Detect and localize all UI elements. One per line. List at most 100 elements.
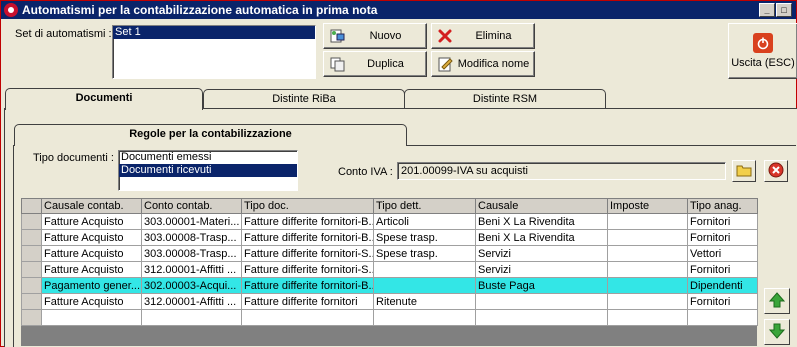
table-cell[interactable]: Spese trasp. [373,229,476,246]
table-cell[interactable]: Dipendenti [687,277,758,294]
row-indicator[interactable] [21,213,42,230]
red-x-icon [437,28,453,44]
table-cell[interactable] [373,261,476,278]
table-cell[interactable] [41,309,142,326]
table-row[interactable] [21,309,758,326]
table-cell[interactable]: 303.00001-Materi... [141,213,242,230]
tipo-documenti-item[interactable]: Documenti emessi [119,151,297,164]
table-cell[interactable]: Servizi [475,245,608,262]
duplica-label: Duplica [367,58,404,70]
column-header[interactable]: Imposte [607,198,688,214]
table-cell[interactable] [373,309,476,326]
table-cell[interactable]: 302.00003-Acqui... [141,277,242,294]
set-list[interactable]: Set 1 [112,25,316,79]
uscita-button[interactable]: Uscita (ESC) [728,23,797,79]
table-cell[interactable] [607,309,688,326]
elimina-button[interactable]: Elimina [431,23,535,49]
table-cell[interactable]: 303.00008-Trasp... [141,245,242,262]
table-cell[interactable]: Vettori [687,245,758,262]
column-header[interactable]: Tipo doc. [241,198,374,214]
table-row[interactable]: Fatture Acquisto 303.00008-Trasp... Fattur… [21,229,758,246]
table-cell[interactable]: 303.00008-Trasp... [141,229,242,246]
table-cell[interactable]: Beni X La Rivendita [475,213,608,230]
table-cell[interactable]: Fatture Acquisto [41,213,142,230]
table-cell[interactable]: Ritenute [373,293,476,310]
table-cell[interactable]: Fornitori [687,293,758,310]
table-cell[interactable]: Pagamento gener... [41,277,142,294]
column-header[interactable]: Tipo anag. [687,198,758,214]
clear-circle-icon [768,162,784,181]
table-cell[interactable] [607,277,688,294]
table-cell[interactable] [607,229,688,246]
table-cell[interactable] [373,277,476,294]
table-cell[interactable] [607,245,688,262]
column-header[interactable]: Causale contab. [41,198,142,214]
table-cell[interactable] [475,293,608,310]
table-cell[interactable] [607,213,688,230]
set-label: Set di automatismi : [15,28,112,40]
table-cell[interactable]: Articoli [373,213,476,230]
table-cell[interactable]: Fatture differite fornitori-S... [241,261,374,278]
table-cell[interactable]: Fatture differite fornitori-B... [241,277,374,294]
table-cell[interactable]: Fatture differite fornitori-S... [241,245,374,262]
table-cell[interactable] [241,309,374,326]
table-cell[interactable]: Buste Paga [475,277,608,294]
table-cell[interactable]: Fatture differite fornitori [241,293,374,310]
arrow-up-icon [768,291,786,312]
tab-distinte-rsm[interactable]: Distinte RSM [404,89,606,108]
table-cell[interactable] [607,261,688,278]
tipo-documenti-item[interactable]: Documenti ricevuti [119,164,297,177]
table-cell[interactable] [687,309,758,326]
row-indicator[interactable] [21,245,42,262]
table-cell[interactable]: Fatture differite fornitori-B... [241,213,374,230]
table-cell[interactable]: Fatture Acquisto [41,245,142,262]
table-cell[interactable]: Fatture Acquisto [41,229,142,246]
uscita-label: Uscita (ESC) [731,57,795,69]
table-cell[interactable]: Fornitori [687,229,758,246]
table-row[interactable]: Fatture Acquisto 303.00001-Materi... Fattu… [21,213,758,230]
move-up-button[interactable] [764,288,790,314]
table-row[interactable]: Fatture Acquisto 303.00008-Trasp... Fattur… [21,245,758,262]
row-indicator[interactable] [21,229,42,246]
minimize-button[interactable]: _ [759,3,775,17]
row-indicator[interactable] [21,293,42,310]
conto-iva-clear-button[interactable] [764,160,788,182]
table-cell[interactable]: Fornitori [687,213,758,230]
table-cell[interactable]: Fatture Acquisto [41,261,142,278]
table-row[interactable]: Fatture Acquisto 312.00001-Affitti ... Fat… [21,261,758,278]
tipo-documenti-list[interactable]: Documenti emessi Documenti ricevuti [118,150,298,191]
modifica-nome-button[interactable]: Modifica nome [431,51,535,77]
table-cell[interactable]: Fornitori [687,261,758,278]
duplica-button[interactable]: Duplica [323,51,427,77]
table-cell[interactable]: Spese trasp. [373,245,476,262]
conto-iva-field[interactable]: 201.00099-IVA su acquisti [397,162,726,180]
column-header[interactable]: Causale [475,198,608,214]
table-cell[interactable] [475,309,608,326]
conto-iva-browse-button[interactable] [732,160,756,182]
window-title: Automatismi per la contabilizzazione aut… [22,3,378,17]
table-cell[interactable] [607,293,688,310]
tab-documenti[interactable]: Documenti [5,88,203,110]
table-cell[interactable]: Fatture Acquisto [41,293,142,310]
move-down-button[interactable] [764,319,790,345]
row-indicator[interactable] [21,277,42,294]
table-cell[interactable]: Beni X La Rivendita [475,229,608,246]
table-cell[interactable]: Servizi [475,261,608,278]
row-indicator[interactable] [21,309,42,326]
grid-header-indicator [21,198,42,214]
table-cell[interactable] [141,309,242,326]
row-indicator[interactable] [21,261,42,278]
tab-regole[interactable]: Regole per la contabilizzazione [14,124,407,146]
set-list-item[interactable]: Set 1 [113,26,315,39]
table-row[interactable]: Fatture Acquisto 312.00001-Affitti ... Fat… [21,293,758,310]
table-cell[interactable]: 312.00001-Affitti ... [141,261,242,278]
column-header[interactable]: Tipo dett. [373,198,476,214]
table-cell[interactable]: 312.00001-Affitti ... [141,293,242,310]
column-header[interactable]: Conto contab. [141,198,242,214]
table-cell[interactable]: Fatture differite fornitori-B... [241,229,374,246]
maximize-button[interactable]: □ [776,3,792,17]
power-icon [753,33,773,53]
nuovo-button[interactable]: Nuovo [323,23,427,49]
tab-distinte-riba[interactable]: Distinte RiBa [203,89,405,108]
table-row[interactable]: Pagamento gener... 302.00003-Acqui... Fatt… [21,277,758,294]
